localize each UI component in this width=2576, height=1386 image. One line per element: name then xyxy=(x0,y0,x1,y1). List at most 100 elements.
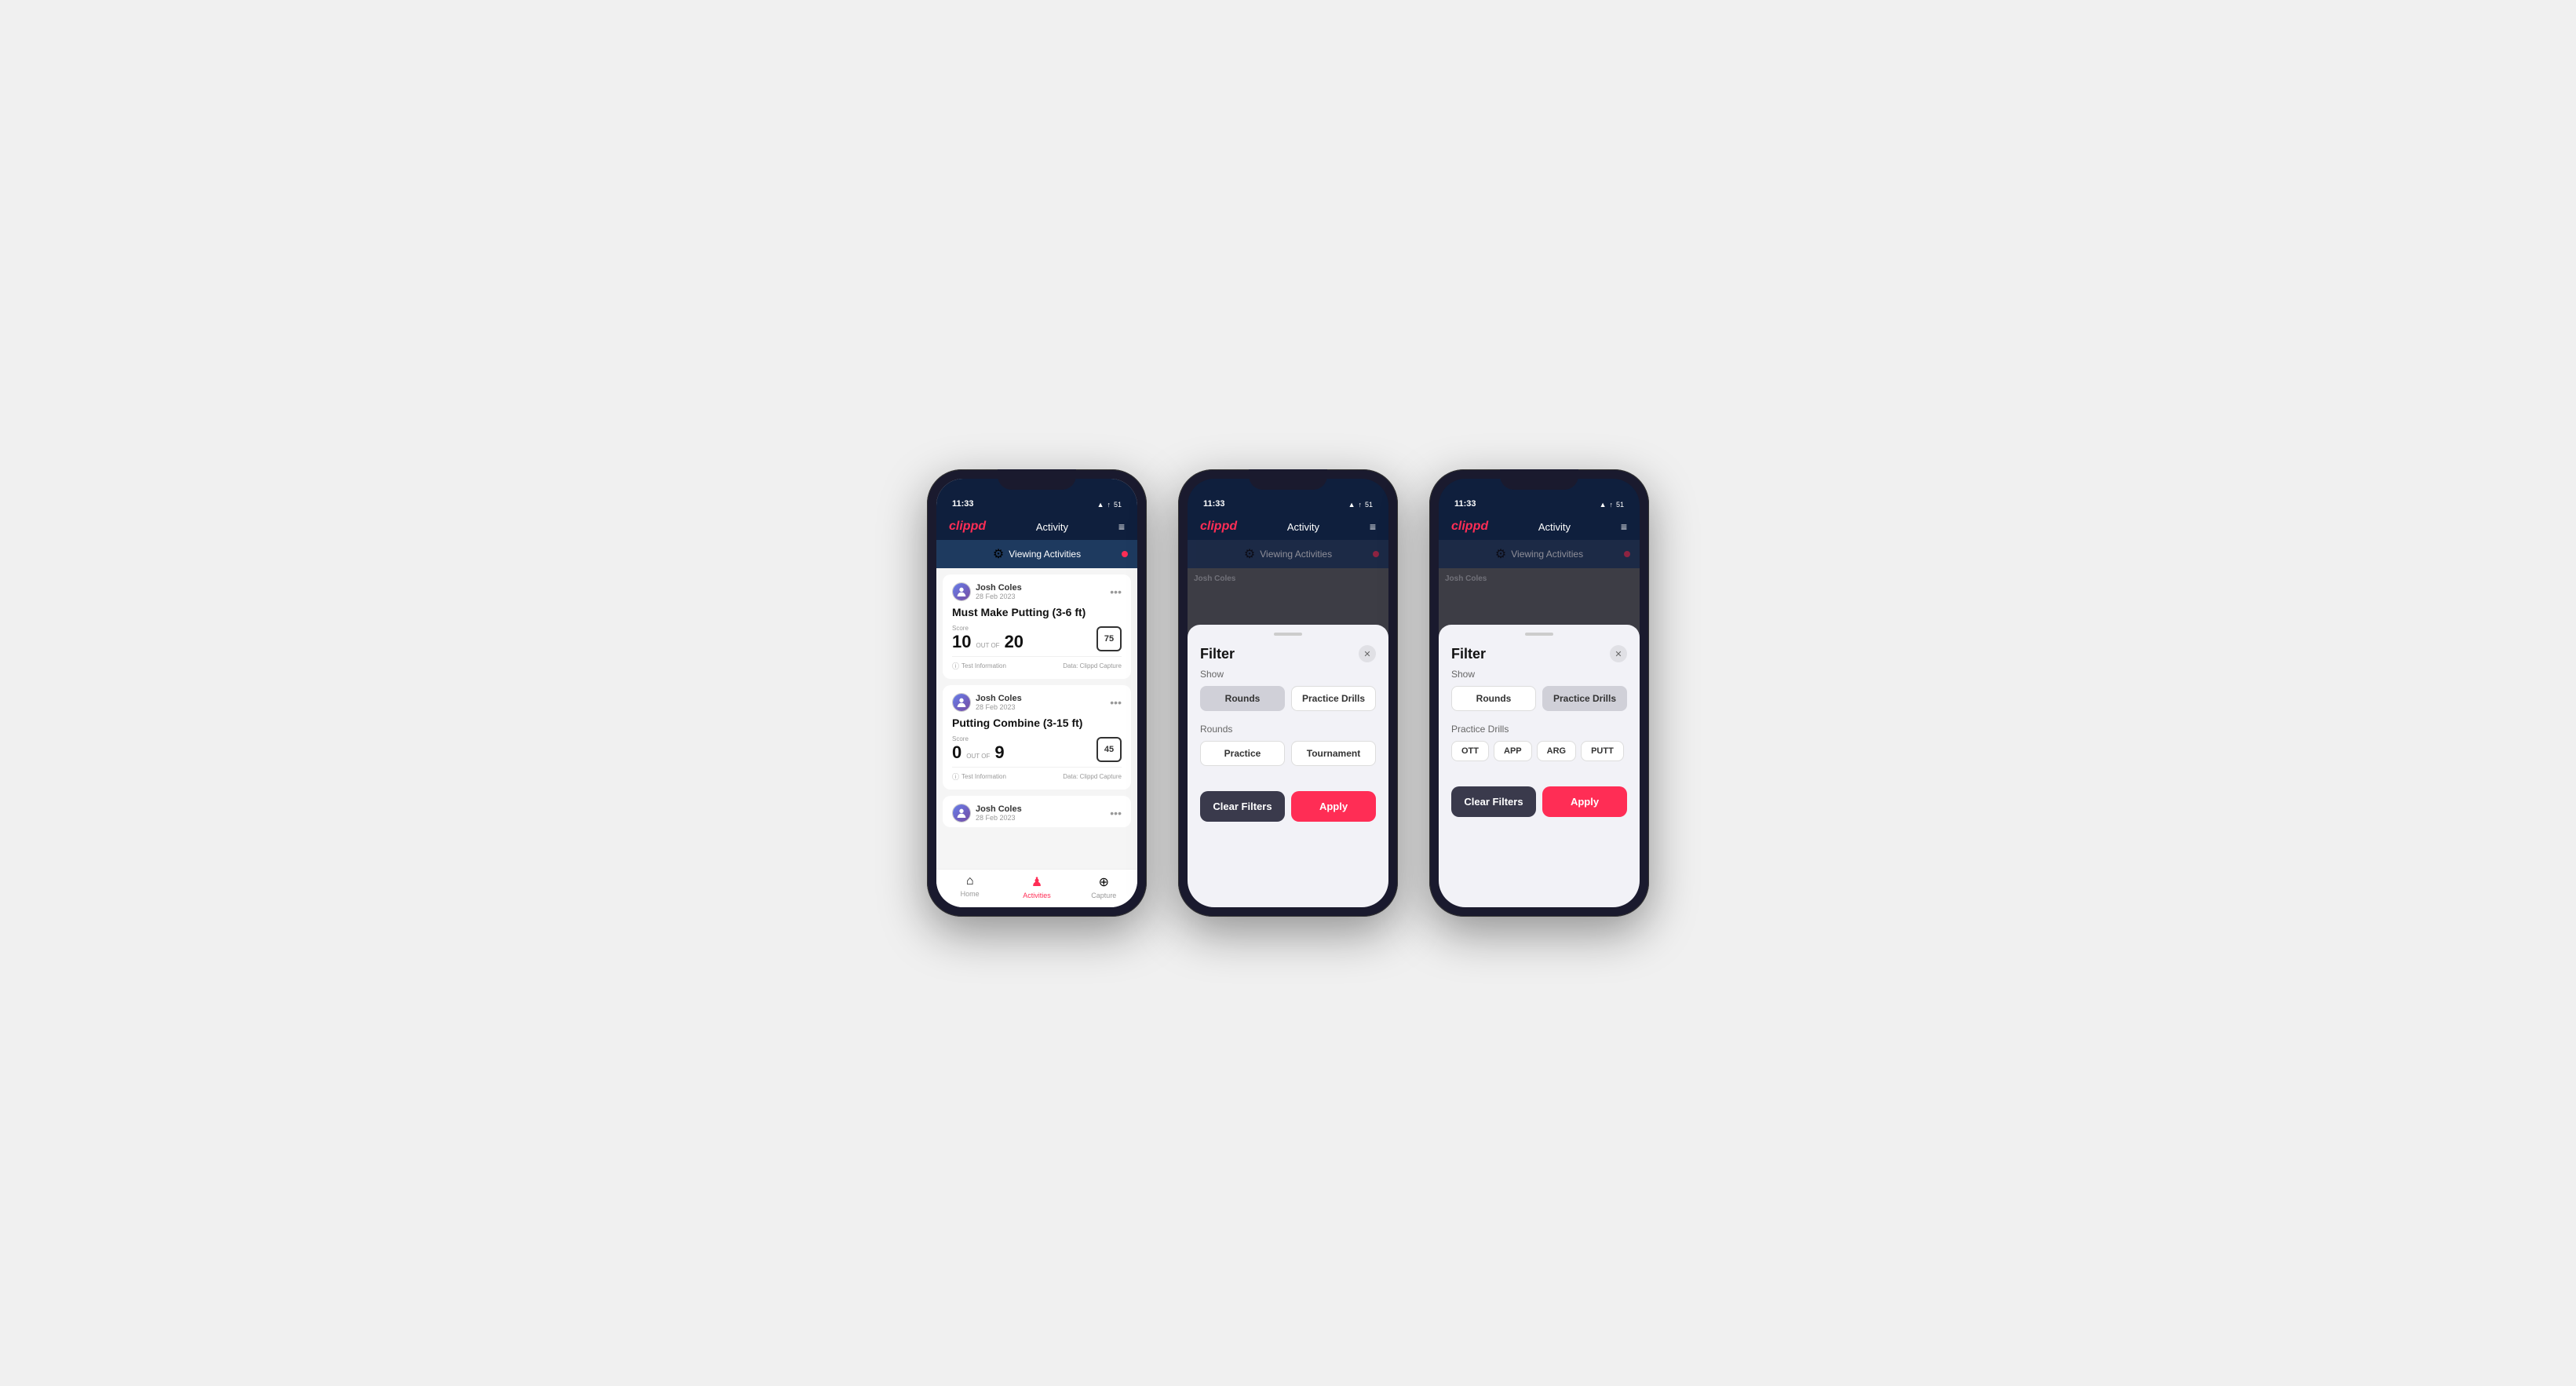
viewing-dot-1 xyxy=(1122,551,1128,557)
rounds-btn-2[interactable]: Rounds xyxy=(1200,686,1285,711)
menu-icon-1[interactable]: ≡ xyxy=(1118,520,1125,533)
home-icon-1: ⌂ xyxy=(966,874,974,888)
user-date-1: 28 Feb 2023 xyxy=(976,593,1022,600)
activity-card-2: Josh Coles 28 Feb 2023 ••• Putting Combi… xyxy=(943,685,1131,790)
viewing-bar-text-3: Viewing Activities xyxy=(1511,549,1583,560)
more-dots-3[interactable]: ••• xyxy=(1110,807,1122,819)
more-dots-1[interactable]: ••• xyxy=(1110,585,1122,598)
tab-home-label-1: Home xyxy=(961,890,980,898)
apply-btn-3[interactable]: Apply xyxy=(1542,786,1627,817)
putt-pill-3[interactable]: PUTT xyxy=(1581,741,1624,761)
avatar-3 xyxy=(952,804,971,822)
practice-drills-btn-2[interactable]: Practice Drills xyxy=(1291,686,1376,711)
filter-icon-1: ⚙ xyxy=(993,546,1004,562)
more-dots-2[interactable]: ••• xyxy=(1110,696,1122,709)
show-label-3: Show xyxy=(1451,669,1627,680)
status-icons-2: ▲ ↑ 51 xyxy=(1348,501,1373,509)
tab-bar-1: ⌂ Home ♟ Activities ⊕ Capture xyxy=(936,869,1137,907)
wifi-icon-3: ↑ xyxy=(1609,501,1613,509)
filter-icon-2: ⚙ xyxy=(1244,546,1255,562)
rounds-label-2: Rounds xyxy=(1200,724,1376,735)
arg-pill-3[interactable]: ARG xyxy=(1537,741,1576,761)
modal-footer-2: Clear Filters Apply xyxy=(1188,779,1388,822)
viewing-dot-3 xyxy=(1624,551,1630,557)
phone-2-screen: 11:33 ▲ ↑ 51 clippd Activity ≡ ⚙ Viewing… xyxy=(1188,479,1388,907)
menu-icon-2[interactable]: ≡ xyxy=(1370,520,1376,533)
score-value-2: 0 xyxy=(952,744,961,761)
user-name-1: Josh Coles xyxy=(976,583,1022,593)
filter-icon-3: ⚙ xyxy=(1495,546,1506,562)
user-info-2: Josh Coles 28 Feb 2023 xyxy=(952,693,1022,712)
viewing-dot-2 xyxy=(1373,551,1379,557)
avatar-2 xyxy=(952,693,971,712)
avatar-img-1 xyxy=(953,583,970,600)
modal-body-3: Show Rounds Practice Drills Practice Dri… xyxy=(1439,669,1640,761)
practice-drills-label-3: Practice Drills xyxy=(1451,724,1627,735)
modal-close-3[interactable]: ✕ xyxy=(1610,645,1627,662)
practice-round-btn-2[interactable]: Practice xyxy=(1200,741,1285,766)
nav-bar-1: clippd Activity ≡ xyxy=(936,513,1137,540)
practice-drills-btn-3[interactable]: Practice Drills xyxy=(1542,686,1627,711)
clear-filters-btn-2[interactable]: Clear Filters xyxy=(1200,791,1285,822)
card-header-3: Josh Coles 28 Feb 2023 ••• xyxy=(952,804,1122,822)
tab-activities-1[interactable]: ♟ Activities xyxy=(1003,874,1070,899)
score-value-1: 10 xyxy=(952,633,971,651)
avatar-img-2 xyxy=(953,694,970,711)
modal-close-2[interactable]: ✕ xyxy=(1359,645,1376,662)
phone-2: 11:33 ▲ ↑ 51 clippd Activity ≡ ⚙ Viewing… xyxy=(1178,469,1398,917)
viewing-bar-text-2: Viewing Activities xyxy=(1260,549,1332,560)
wifi-icon: ↑ xyxy=(1107,501,1111,509)
show-toggle-3: Rounds Practice Drills xyxy=(1451,686,1627,711)
apply-btn-2[interactable]: Apply xyxy=(1291,791,1376,822)
stat-score-1: Score 10 OUT OF 20 xyxy=(952,625,1023,651)
tab-capture-label-1: Capture xyxy=(1091,892,1116,899)
status-icons-1: ▲ ↑ 51 xyxy=(1097,501,1122,509)
viewing-bar-2: ⚙ Viewing Activities xyxy=(1188,540,1388,568)
score-label-1: Score xyxy=(952,625,1023,632)
stat-score-2: Score 0 OUT OF 9 xyxy=(952,735,1005,762)
shot-quality-badge-2: 45 xyxy=(1096,737,1122,762)
notch-3 xyxy=(1500,469,1578,490)
clear-filters-btn-3[interactable]: Clear Filters xyxy=(1451,786,1536,817)
notch xyxy=(998,469,1076,490)
logo-2: clippd xyxy=(1200,520,1237,534)
nav-bar-2: clippd Activity ≡ xyxy=(1188,513,1388,540)
card-title-2: Putting Combine (3-15 ft) xyxy=(952,717,1122,729)
tab-capture-1[interactable]: ⊕ Capture xyxy=(1071,874,1137,899)
battery-icon-2: 51 xyxy=(1365,501,1373,509)
stats-row-2: Score 0 OUT OF 9 45 xyxy=(952,735,1122,762)
activities-icon-1: ♟ xyxy=(1031,874,1042,890)
card-header-2: Josh Coles 28 Feb 2023 ••• xyxy=(952,693,1122,712)
tournament-btn-2[interactable]: Tournament xyxy=(1291,741,1376,766)
practice-drills-pills-3: OTT APP ARG PUTT xyxy=(1451,741,1627,761)
out-of-1: OUT OF xyxy=(976,642,999,651)
tab-activities-label-1: Activities xyxy=(1023,892,1051,899)
signal-icon-3: ▲ xyxy=(1600,501,1607,509)
app-pill-3[interactable]: APP xyxy=(1494,741,1532,761)
viewing-bar-1[interactable]: ⚙ Viewing Activities xyxy=(936,540,1137,568)
wifi-icon-2: ↑ xyxy=(1358,501,1362,509)
footer-data-2: Data: Clippd Capture xyxy=(1063,773,1122,780)
user-name-2: Josh Coles xyxy=(976,694,1022,703)
modal-footer-3: Clear Filters Apply xyxy=(1439,774,1640,817)
modal-title-2: Filter xyxy=(1200,646,1235,662)
ott-pill-3[interactable]: OTT xyxy=(1451,741,1489,761)
menu-icon-3[interactable]: ≡ xyxy=(1621,520,1627,533)
avatar-1 xyxy=(952,582,971,601)
nav-title-1: Activity xyxy=(1036,521,1068,533)
nav-bar-3: clippd Activity ≡ xyxy=(1439,513,1640,540)
user-name-3: Josh Coles xyxy=(976,804,1022,814)
battery-icon-3: 51 xyxy=(1616,501,1624,509)
rounds-btn-3[interactable]: Rounds xyxy=(1451,686,1536,711)
shot-quality-badge-1: 75 xyxy=(1096,626,1122,651)
nav-title-3: Activity xyxy=(1538,521,1571,533)
tab-home-1[interactable]: ⌂ Home xyxy=(936,874,1003,899)
status-time-1: 11:33 xyxy=(952,499,974,509)
card-footer-1: ⓘ Test Information Data: Clippd Capture xyxy=(952,656,1122,671)
status-icons-3: ▲ ↑ 51 xyxy=(1600,501,1624,509)
footer-info-2: ⓘ Test Information xyxy=(952,771,1006,782)
activity-card-1: Josh Coles 28 Feb 2023 ••• Must Make Put… xyxy=(943,574,1131,679)
stats-row-1: Score 10 OUT OF 20 75 xyxy=(952,625,1122,651)
phones-container: 11:33 ▲ ↑ 51 clippd Activity ≡ ⚙ Viewing… xyxy=(927,469,1649,917)
card-footer-2: ⓘ Test Information Data: Clippd Capture xyxy=(952,767,1122,782)
